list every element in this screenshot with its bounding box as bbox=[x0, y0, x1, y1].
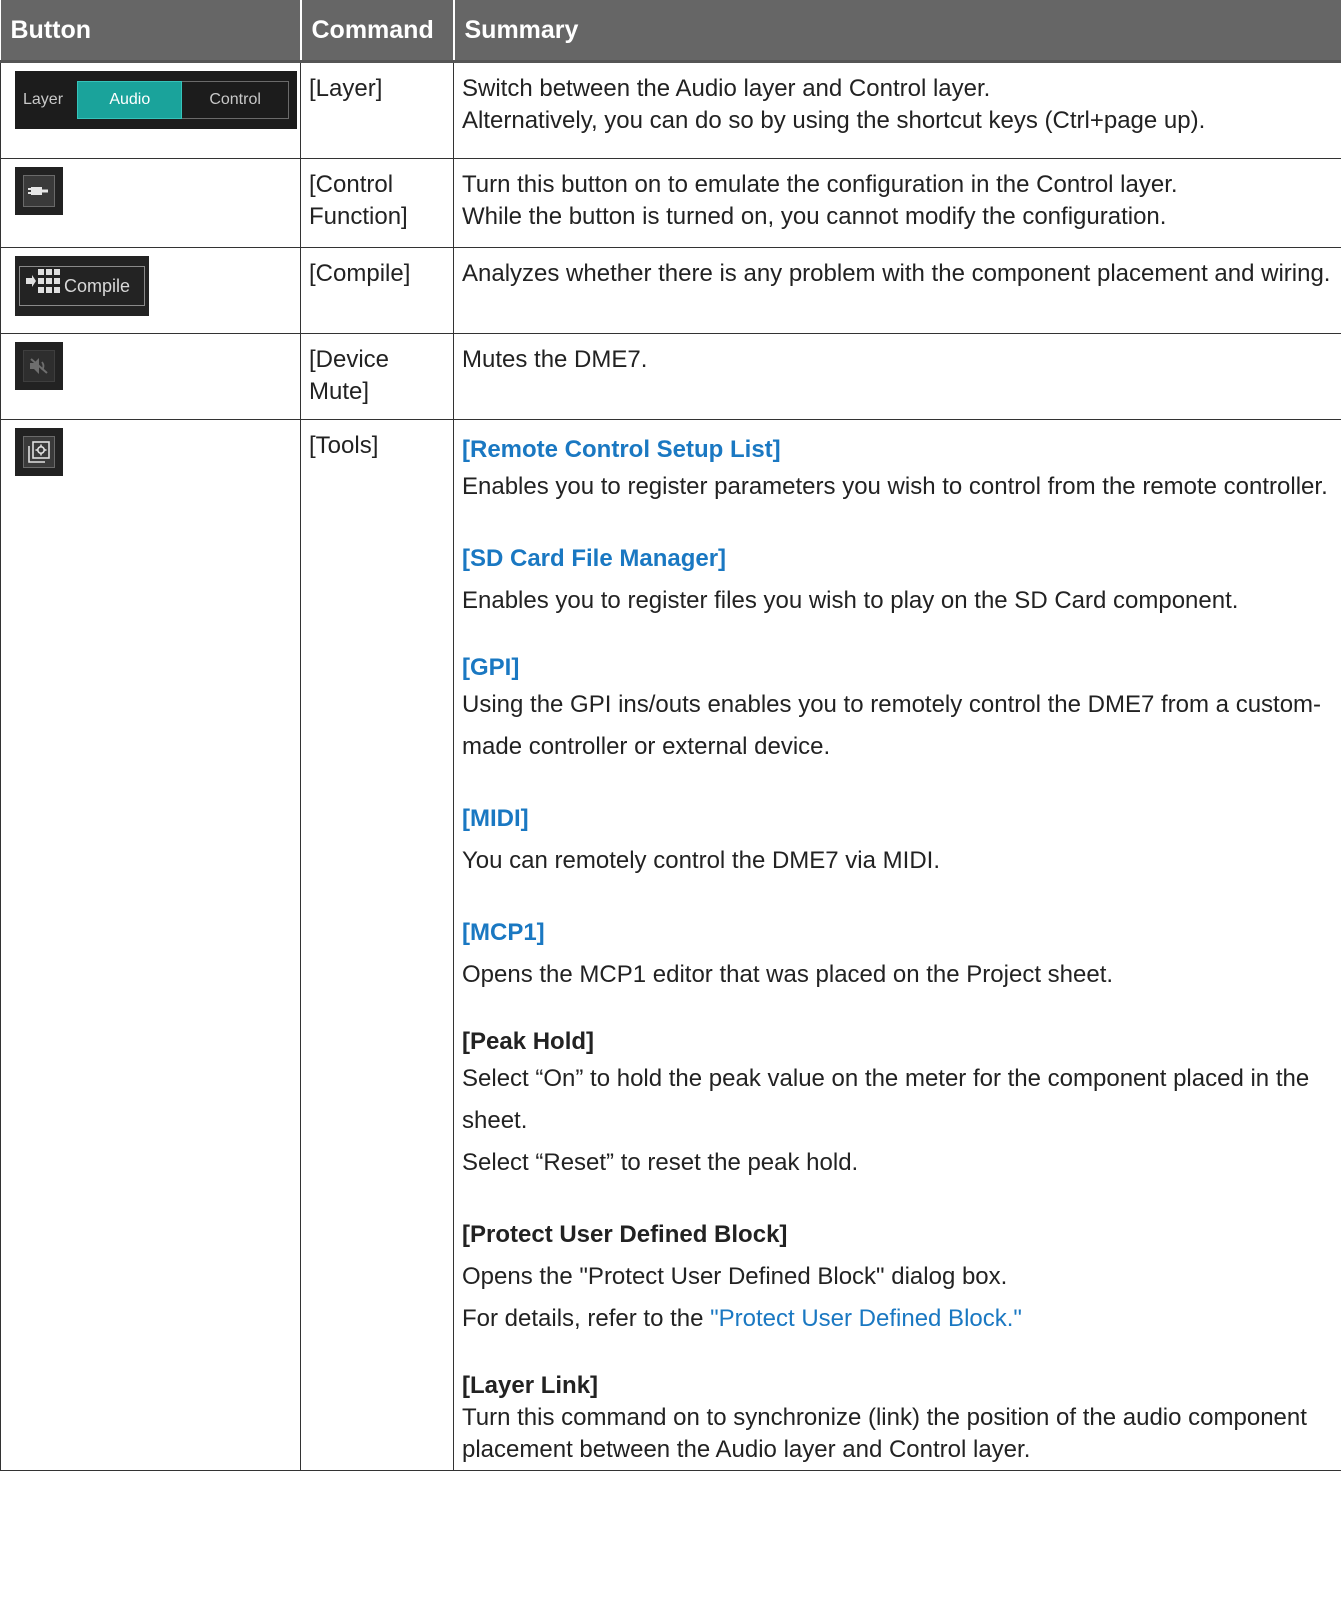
tool-title-layer-link: [Layer Link] bbox=[462, 1372, 599, 1399]
summary-line: While the button is turned on, you canno… bbox=[462, 203, 1167, 230]
tool-protect-user-defined-block: [Protect User Defined Block] Opens the "… bbox=[462, 1214, 1333, 1340]
tool-title-peak-hold: [Peak Hold] bbox=[462, 1028, 595, 1055]
summary-line: Mutes the DME7. bbox=[462, 346, 648, 373]
control-function-button[interactable] bbox=[15, 167, 63, 215]
summary-line: Analyzes whether there is any problem wi… bbox=[462, 260, 1331, 287]
tool-sd-card-file-manager: [SD Card File Manager] Enables you to re… bbox=[462, 538, 1333, 622]
command-cell: [Tools] bbox=[300, 419, 454, 1471]
tool-description: Enables you to register files you wish t… bbox=[462, 587, 1239, 614]
header-summary: Summary bbox=[453, 0, 1341, 63]
tool-link-mcp1[interactable]: [MCP1] bbox=[462, 912, 1333, 954]
tool-peak-hold: [Peak Hold] Select “On” to hold the peak… bbox=[462, 1026, 1333, 1184]
header-command: Command bbox=[300, 0, 455, 63]
summary-line: Turn this button on to emulate the confi… bbox=[462, 171, 1178, 198]
speaker-mute-icon bbox=[23, 350, 55, 382]
tool-midi: [MIDI] You can remotely control the DME7… bbox=[462, 798, 1333, 882]
command-cell: [Compile] bbox=[300, 247, 454, 334]
command-cell: [Layer] bbox=[300, 61, 454, 159]
table-row: [Device Mute] Mutes the DME7. bbox=[0, 333, 1341, 420]
protect-user-defined-block-link[interactable]: "Protect User Defined Block." bbox=[710, 1305, 1022, 1332]
tool-description: Turn this command on to synchronize (lin… bbox=[462, 1404, 1307, 1463]
tool-description: Using the GPI ins/outs enables you to re… bbox=[462, 691, 1322, 760]
tool-description: Opens the "Protect User Defined Block" d… bbox=[462, 1263, 1008, 1290]
summary-cell: Turn this button on to emulate the confi… bbox=[453, 158, 1341, 248]
table-row: Layer Audio Control [Layer] Switch betwe… bbox=[0, 61, 1341, 159]
tool-link-sd-card-file-manager[interactable]: [SD Card File Manager] bbox=[462, 538, 1333, 580]
tool-description: Select “Reset” to reset the peak hold. bbox=[462, 1149, 859, 1176]
summary-cell: Switch between the Audio layer and Contr… bbox=[453, 61, 1341, 159]
command-table: Button Command Summary Layer Audio Contr… bbox=[0, 0, 1341, 1471]
summary-cell: [Remote Control Setup List] Enables you … bbox=[453, 419, 1341, 1471]
table-row: [Control Function] Turn this button on t… bbox=[0, 158, 1341, 248]
table-row: Compile [Compile] Analyzes whether there… bbox=[0, 247, 1341, 334]
compile-label: Compile bbox=[64, 276, 131, 296]
tools-icon bbox=[23, 436, 55, 468]
reference-prefix: For details, refer to the bbox=[462, 1305, 711, 1332]
tool-title-protect-user-defined-block: [Protect User Defined Block] bbox=[462, 1221, 788, 1248]
layer-switch-label: Layer bbox=[23, 91, 64, 108]
button-cell bbox=[0, 158, 301, 248]
tool-link-gpi[interactable]: [GPI] bbox=[462, 652, 1333, 684]
header-button: Button bbox=[0, 0, 302, 63]
tool-description: Enables you to register parameters you w… bbox=[462, 473, 1328, 500]
control-layer-toggle[interactable]: Control bbox=[182, 81, 289, 119]
summary-line: Switch between the Audio layer and Contr… bbox=[462, 75, 991, 102]
command-cell: [Control Function] bbox=[300, 158, 454, 248]
compile-grid-icon bbox=[26, 268, 60, 304]
button-cell: Compile bbox=[0, 247, 301, 334]
tool-link-remote-control-setup-list[interactable]: [Remote Control Setup List] bbox=[462, 434, 1333, 466]
plug-icon bbox=[23, 175, 55, 207]
table-header-row: Button Command Summary bbox=[0, 0, 1341, 63]
summary-cell: Mutes the DME7. bbox=[453, 333, 1341, 420]
tool-description: You can remotely control the DME7 via MI… bbox=[462, 847, 940, 874]
button-cell bbox=[0, 333, 301, 420]
table-row: [Tools] [Remote Control Setup List] Enab… bbox=[0, 419, 1341, 1471]
button-cell: Layer Audio Control bbox=[0, 61, 301, 159]
button-cell bbox=[0, 419, 301, 1471]
audio-layer-toggle[interactable]: Audio bbox=[77, 81, 183, 119]
tool-mcp1: [MCP1] Opens the MCP1 editor that was pl… bbox=[462, 912, 1333, 996]
compile-button[interactable]: Compile bbox=[15, 256, 149, 316]
tool-reference-line: For details, refer to the "Protect User … bbox=[462, 1298, 1333, 1340]
tool-link-midi[interactable]: [MIDI] bbox=[462, 798, 1333, 840]
tool-gpi: [GPI] Using the GPI ins/outs enables you… bbox=[462, 652, 1333, 768]
tool-layer-link: [Layer Link] Turn this command on to syn… bbox=[462, 1370, 1333, 1466]
command-cell: [Device Mute] bbox=[300, 333, 454, 420]
tool-remote-control-setup-list: [Remote Control Setup List] Enables you … bbox=[462, 434, 1333, 508]
tool-description: Opens the MCP1 editor that was placed on… bbox=[462, 961, 1114, 988]
tool-description: Select “On” to hold the peak value on th… bbox=[462, 1065, 1310, 1134]
layer-switch-button[interactable]: Layer Audio Control bbox=[15, 71, 297, 129]
tools-button[interactable] bbox=[15, 428, 63, 476]
device-mute-button[interactable] bbox=[15, 342, 63, 390]
summary-line: Alternatively, you can do so by using th… bbox=[462, 107, 1206, 134]
summary-cell: Analyzes whether there is any problem wi… bbox=[453, 247, 1341, 334]
